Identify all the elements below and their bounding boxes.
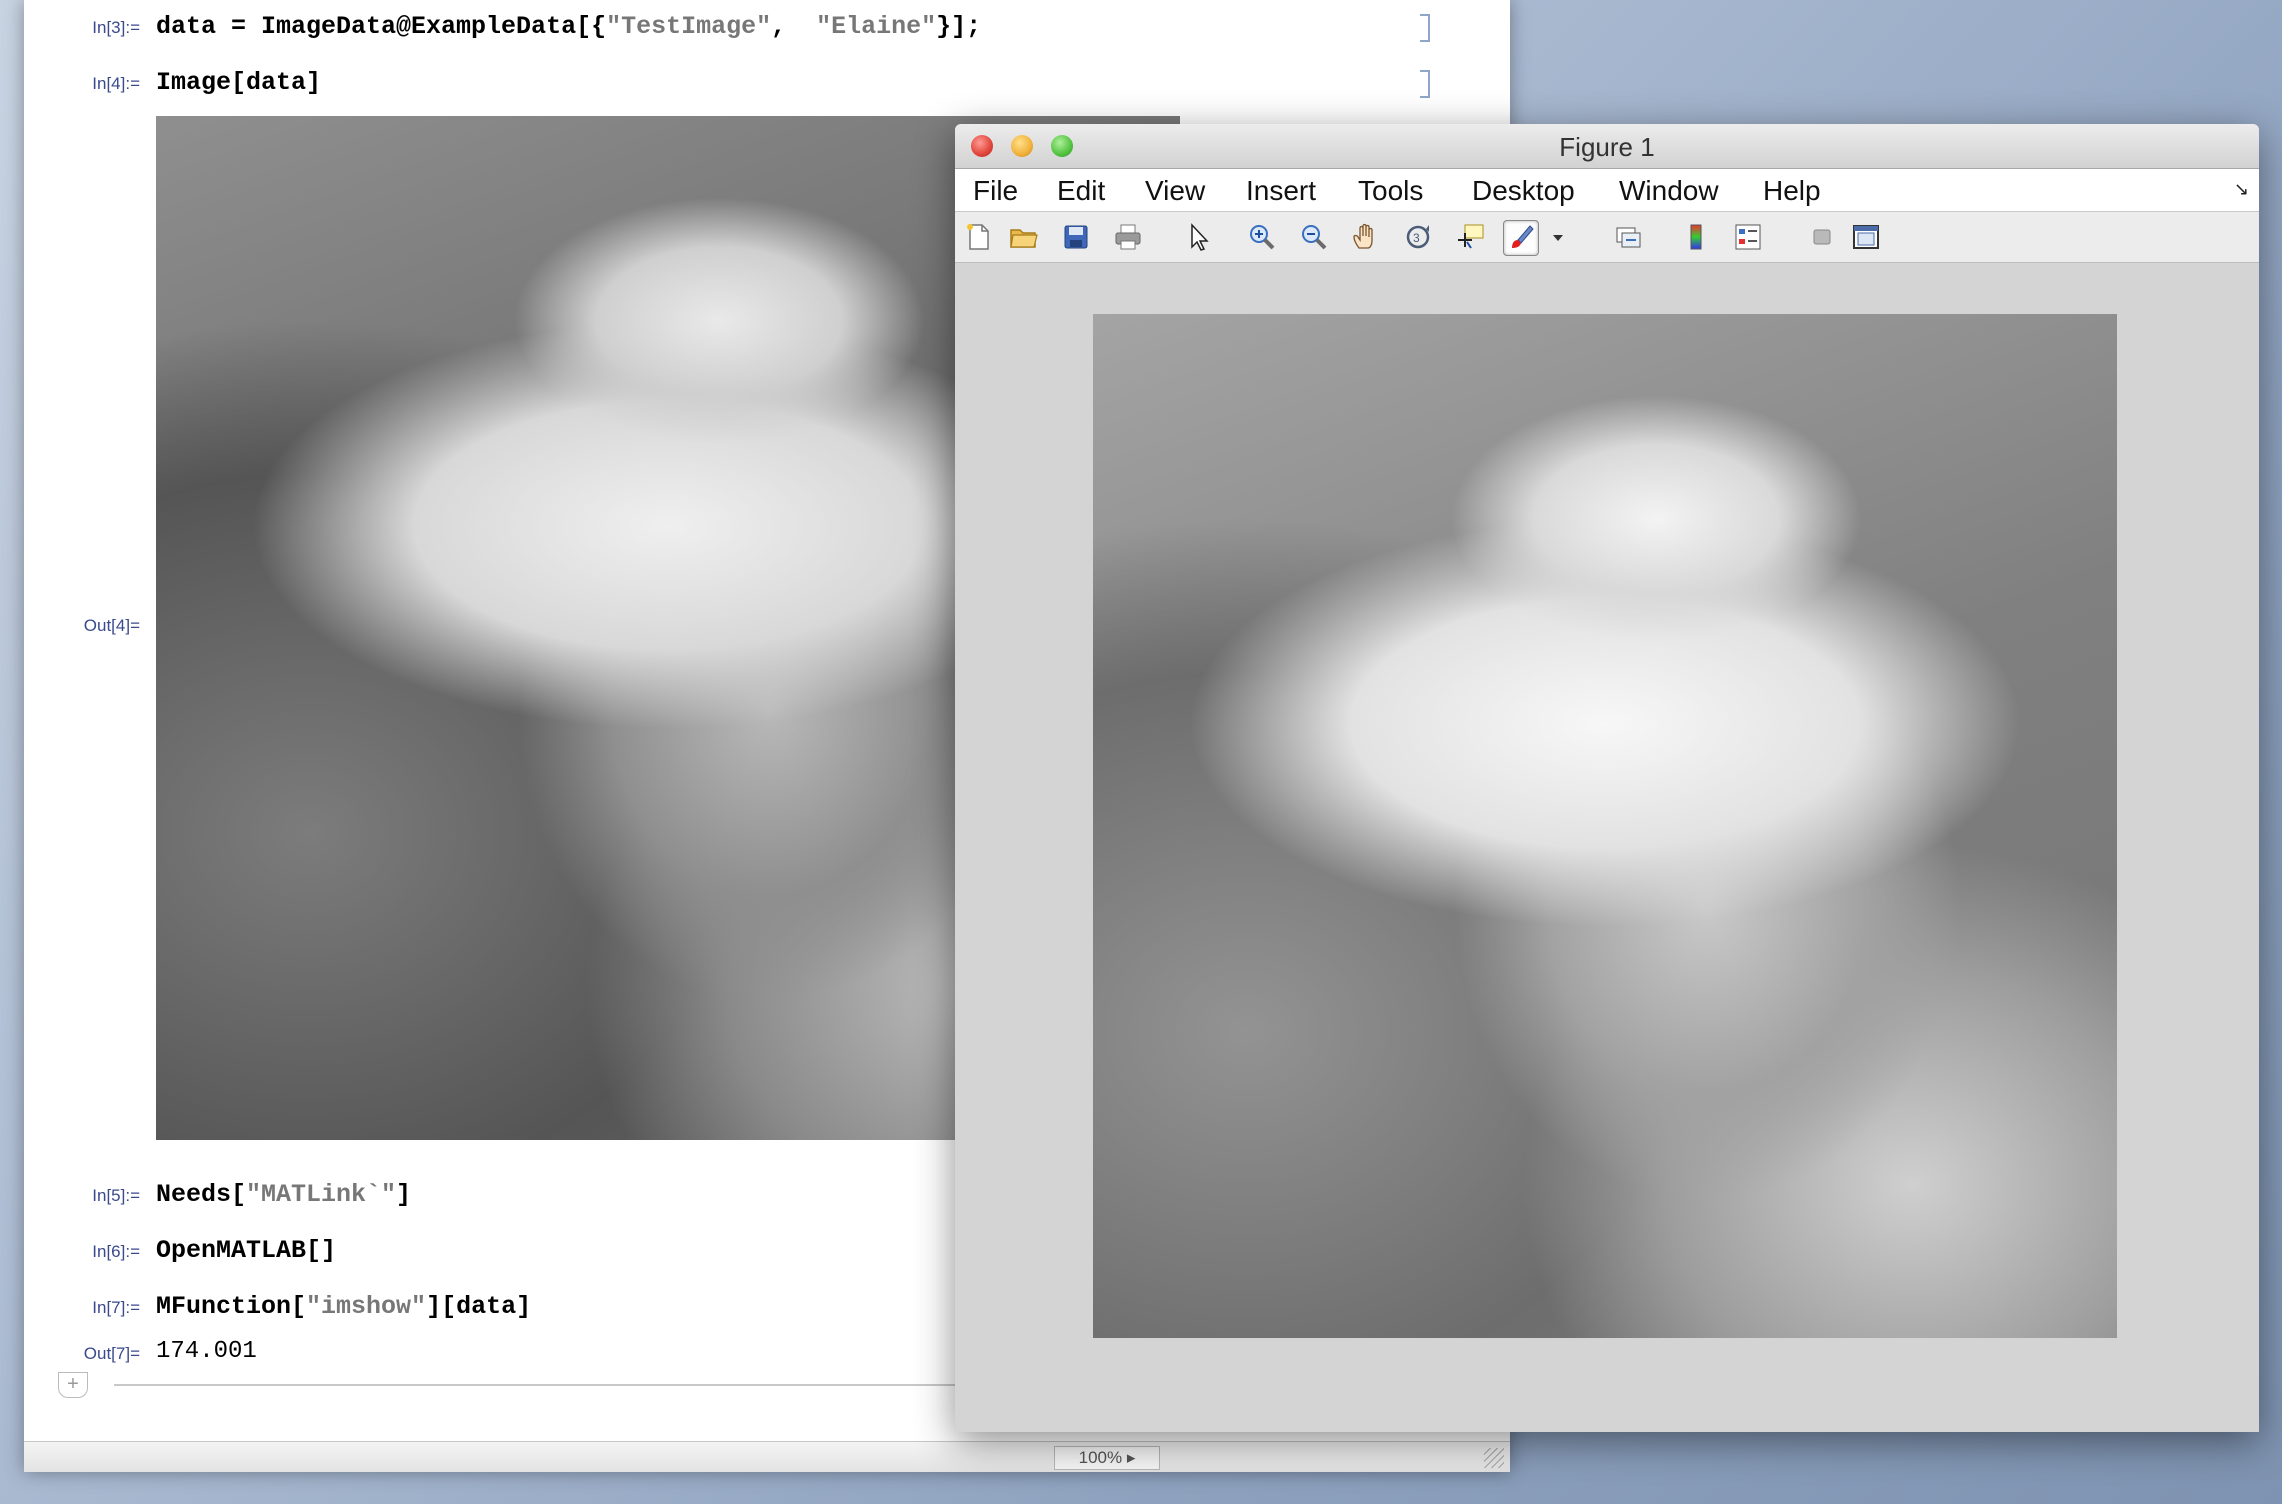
pan-hand-icon[interactable] [1349, 220, 1383, 254]
cell-label: Out[7]= [83, 1344, 140, 1363]
cell-code[interactable]: MFunction["imshow"][data] [156, 1292, 531, 1321]
menu-desktop[interactable]: Desktop [1472, 175, 1575, 207]
save-icon[interactable] [1059, 220, 1093, 254]
output-value: 174.001 [156, 1338, 257, 1365]
zoom-dropdown[interactable]: 100% ▸ [1054, 1446, 1160, 1470]
menu-file[interactable]: File [973, 175, 1018, 207]
cell-code[interactable]: OpenMATLAB[] [156, 1236, 336, 1265]
brush-icon[interactable] [1503, 220, 1539, 256]
notebook-status-bar: 100% ▸ [24, 1441, 1510, 1472]
cell-label: Out[4]= [83, 616, 140, 635]
figure-titlebar[interactable]: Figure 1 [955, 124, 2259, 169]
insert-legend-icon[interactable] [1731, 220, 1765, 254]
new-figure-icon[interactable] [961, 220, 995, 254]
menu-help[interactable]: Help [1763, 175, 1821, 207]
menu-bar: File Edit View Insert Tools Desktop Wind… [955, 169, 2259, 212]
menu-window[interactable]: Window [1619, 175, 1719, 207]
cell-bracket[interactable] [1420, 70, 1430, 98]
print-icon[interactable] [1111, 220, 1145, 254]
cell-code[interactable]: Needs["MATLink`"] [156, 1180, 411, 1209]
figure-image-axes[interactable] [1093, 314, 2117, 1338]
cell-label: In[6]:= [92, 1242, 140, 1261]
hide-plot-tools-icon[interactable] [1805, 220, 1839, 254]
show-plot-tools-icon[interactable] [1849, 220, 1883, 254]
menu-view[interactable]: View [1145, 175, 1205, 207]
cell-label: In[4]:= [92, 74, 140, 93]
cell-code[interactable]: data = ImageData@ExampleData[{"TestImage… [156, 12, 981, 41]
zoom-in-icon[interactable] [1245, 220, 1279, 254]
zoom-out-icon[interactable] [1297, 220, 1331, 254]
dock-figure-icon[interactable]: ↘ [2234, 179, 2249, 200]
input-cell-3[interactable]: In[3]:= data = ImageData@ExampleData[{"T… [24, 10, 1464, 46]
add-cell-button[interactable]: + [58, 1372, 88, 1398]
menu-insert[interactable]: Insert [1246, 175, 1316, 207]
figure-window: Figure 1 File Edit View Insert Tools Des… [955, 124, 2259, 1432]
open-file-icon[interactable] [1007, 220, 1041, 254]
svg-text:3: 3 [1413, 231, 1420, 245]
window-title: Figure 1 [1559, 132, 1655, 162]
cell-label: In[3]:= [92, 18, 140, 37]
menu-tools[interactable]: Tools [1358, 175, 1423, 207]
data-cursor-icon[interactable] [1453, 220, 1487, 254]
input-cell-4[interactable]: In[4]:= Image[data] [24, 66, 1464, 102]
figure-toolbar: 3 [955, 212, 2259, 263]
brush-dropdown-icon[interactable] [1541, 220, 1563, 254]
rotate-3d-icon[interactable]: 3 [1401, 220, 1435, 254]
link-plot-icon[interactable] [1611, 220, 1645, 254]
edit-plot-arrow-icon[interactable] [1181, 220, 1215, 254]
cell-bracket[interactable] [1420, 14, 1430, 42]
cell-code[interactable]: Image[data] [156, 68, 321, 97]
cell-label: In[7]:= [92, 1298, 140, 1317]
menu-edit[interactable]: Edit [1057, 175, 1105, 207]
insert-colorbar-icon[interactable] [1679, 220, 1713, 254]
cell-label: In[5]:= [92, 1186, 140, 1205]
resize-grip[interactable] [1484, 1448, 1504, 1468]
